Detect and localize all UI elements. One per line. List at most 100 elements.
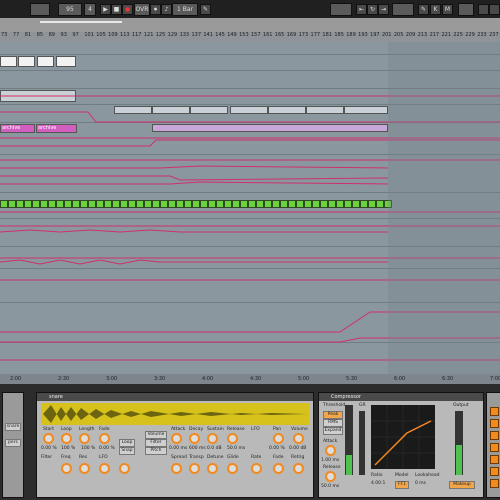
fade-label: Fade [99,427,110,432]
length-knob[interactable] [79,433,90,444]
model-label: Model [395,473,409,478]
sample-waveform[interactable] [41,403,309,425]
device-toggle[interactable] [490,467,499,476]
time-label: 3:00 [106,376,118,382]
track-io-strip: snare pers [2,392,24,498]
ruler-tick-label: 121 [143,32,154,38]
ruler-tick-label: 129 [167,32,178,38]
transp-knob[interactable] [189,463,200,474]
snap-button[interactable]: Snap [119,447,135,455]
ruler-tick-label: 213 [417,32,428,38]
length-value: 100 % [81,446,96,451]
play-icon[interactable]: ▶ [100,4,111,15]
decay-knob[interactable] [189,433,200,444]
device-toggle[interactable] [490,443,499,452]
loop-start-field[interactable] [330,3,352,16]
filter-lfo-knob[interactable] [119,463,130,474]
freq-label: Freq [61,455,71,460]
key-map-icon[interactable]: K [430,4,441,15]
comp-attack-value: 1.00 ms [321,458,340,463]
tap-button[interactable] [30,3,50,16]
decay-label: Decay [189,427,204,432]
ruler-tick-label: 161 [262,32,273,38]
time-signature-field[interactable]: 4 [84,3,96,16]
comp-release-knob[interactable] [325,471,336,482]
makeup-button[interactable]: Makeup [449,481,475,489]
compressor-title[interactable]: Compressor [319,393,483,401]
punch-in-icon[interactable]: ⇤ [356,4,367,15]
attack-knob[interactable] [171,433,182,444]
tab-filter[interactable]: Filter [145,439,167,447]
automation-arm-icon[interactable]: ⏺ [150,4,161,15]
rate-label: Rate [251,455,262,460]
loop-switch-icon[interactable]: ↻ [367,4,378,15]
output-label: Output [453,403,469,408]
release-knob[interactable] [227,433,238,444]
tab-volume[interactable]: Volume [145,431,167,439]
comp-attack-knob[interactable] [325,445,336,456]
chain-item[interactable]: pers [5,439,21,447]
glide-knob[interactable] [227,463,238,474]
device-toggle[interactable] [490,479,499,488]
ruler-tick-label: 85 [36,32,44,38]
rms-button[interactable]: RMS [323,419,343,427]
volume-knob[interactable] [293,433,304,444]
rate-knob[interactable] [251,463,262,474]
pan-knob[interactable] [273,433,284,444]
ruler-tick-label: 125 [155,32,166,38]
gain-reduction-meter [359,411,365,475]
length-label: Length [79,427,95,432]
midi-map-icon[interactable]: M [442,4,453,15]
time-label: 6:00 [394,376,406,382]
retrig-label: Retrig [291,455,305,460]
ruler-tick-label: 141 [203,32,213,38]
device-toggle[interactable] [490,455,499,464]
glide-label: Glide [227,455,239,460]
expand-button[interactable]: Expand [323,427,343,435]
detune-knob[interactable] [207,463,218,474]
freq-knob[interactable] [61,463,72,474]
lfo-fade-knob[interactable] [273,463,284,474]
ruler-tick-label: 189 [346,32,356,38]
model-ff1-button[interactable]: FF1 [395,481,409,489]
loop-value: 100 % [61,446,76,451]
ratio-value[interactable]: 4.00:1 [371,481,385,486]
cpu-meter [458,3,474,16]
simpler-device: snare Start Loop Length Fade 0.00 % 100 … [36,392,314,498]
time-label: 5:30 [346,376,358,382]
tab-pitch[interactable]: Pitch [145,447,167,455]
output-meter[interactable] [455,411,463,475]
lookahead-value[interactable]: 0 ms [415,481,426,486]
time-label: 2:30 [58,376,70,382]
res-knob[interactable] [79,463,90,474]
filter-env-knob[interactable] [99,463,110,474]
spread-knob[interactable] [171,463,182,474]
transfer-curve-display[interactable] [371,405,435,469]
metronome-icon[interactable]: ♪ [161,4,172,15]
arrangement-view[interactable]: archive archive [0,42,500,374]
quantization-menu[interactable]: 1 Bar [172,3,198,16]
threshold-meter[interactable] [345,405,353,475]
loop-length-field[interactable] [392,3,414,16]
tempo-field[interactable]: 95 [58,3,82,16]
lfo-retrig-knob[interactable] [293,463,304,474]
pencil-icon[interactable]: ✎ [418,4,429,15]
device-toggle[interactable] [490,431,499,440]
loop-button[interactable]: Loop [119,439,135,447]
overdub-button[interactable]: OVR [134,3,150,16]
arrangement-overview[interactable] [0,18,500,32]
stop-icon[interactable]: ■ [111,4,122,15]
chain-item[interactable]: snare [5,423,21,431]
simpler-title[interactable]: snare [37,393,313,401]
loop-knob[interactable] [61,433,72,444]
peak-button[interactable]: Peak [323,411,343,419]
draw-mode-icon[interactable]: ✎ [200,4,211,15]
device-toggle[interactable] [490,407,499,416]
device-toggle[interactable] [490,419,499,428]
start-knob[interactable] [43,433,54,444]
sustain-knob[interactable] [207,433,218,444]
time-ruler[interactable]: 2:00 2:30 3:00 3:30 4:00 4:30 5:00 5:30 6:00 6:30… [0,374,500,384]
punch-out-icon[interactable]: ⇥ [378,4,389,15]
record-icon[interactable]: ● [122,4,133,15]
fade-knob[interactable] [99,433,110,444]
